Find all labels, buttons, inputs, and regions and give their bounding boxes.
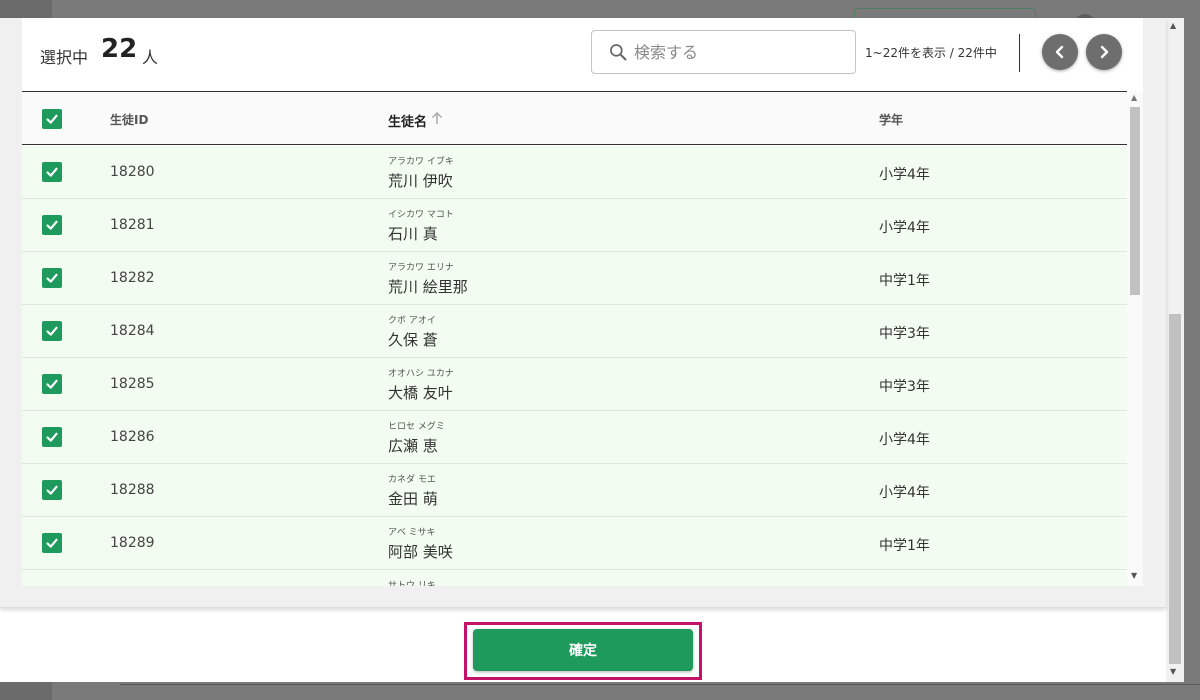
- background-divider: [120, 684, 1200, 685]
- row-checkbox[interactable]: [42, 533, 62, 553]
- dialog-scroll-up-icon[interactable]: ▲: [1170, 22, 1176, 30]
- confirm-button[interactable]: 確定: [473, 629, 693, 671]
- student-name-kana: アラカワ エリナ: [388, 263, 454, 273]
- student-list-panel: 選択中 22 人 1~22件を表示 / 22件中: [0, 18, 1166, 608]
- student-name: 久保 蒼: [388, 331, 438, 349]
- selected-label: 選択中: [40, 48, 89, 67]
- dialog-scrollbar-thumb[interactable]: [1169, 314, 1181, 664]
- column-header-student-id[interactable]: 生徒ID: [110, 111, 148, 128]
- checkmark-icon: [46, 485, 58, 495]
- student-grade: 小学4年: [879, 167, 930, 183]
- column-header-grade[interactable]: 学年: [879, 111, 903, 128]
- checkmark-icon: [46, 167, 58, 177]
- student-id: 18286: [110, 429, 155, 445]
- student-id: 18282: [110, 270, 155, 286]
- table-row[interactable]: 18288 カネダ モエ 金田 萌 小学4年: [22, 464, 1127, 517]
- student-id: 18285: [110, 376, 155, 392]
- row-checkbox[interactable]: [42, 480, 62, 500]
- student-name: 石川 真: [388, 225, 438, 243]
- student-grade: 小学4年: [879, 485, 930, 501]
- list-header: 選択中 22 人 1~22件を表示 / 22件中: [22, 18, 1143, 91]
- student-name-kana: アラカワ イブキ: [388, 157, 454, 167]
- sort-ascending-icon[interactable]: [430, 110, 444, 126]
- student-name: 大橋 友叶: [388, 384, 453, 402]
- student-name: 金田 萌: [388, 490, 438, 508]
- checkmark-icon: [46, 379, 58, 389]
- selected-unit: 人: [142, 48, 159, 67]
- row-checkbox[interactable]: [42, 268, 62, 288]
- student-id: 18284: [110, 323, 155, 339]
- chevron-right-icon: [1100, 45, 1109, 59]
- student-list-content: 選択中 22 人 1~22件を表示 / 22件中: [22, 18, 1143, 586]
- selected-count: 22: [101, 34, 138, 64]
- table-row[interactable]: 18289 アベ ミサキ 阿部 美咲 中学1年: [22, 517, 1127, 570]
- student-grade: 小学4年: [879, 220, 930, 236]
- search-icon: [610, 44, 627, 61]
- student-name-kana: オオハシ ユカナ: [388, 369, 454, 379]
- row-checkbox[interactable]: [42, 374, 62, 394]
- student-name: 阿部 美咲: [388, 543, 453, 561]
- student-name-kana: クボ アオイ: [388, 316, 436, 326]
- table-row[interactable]: サトウ リキ: [22, 570, 1127, 586]
- checkmark-icon: [46, 326, 58, 336]
- student-name: 荒川 絵里那: [388, 278, 468, 296]
- row-checkbox[interactable]: [42, 162, 62, 182]
- chevron-left-icon: [1055, 45, 1064, 59]
- table-row[interactable]: 18282 アラカワ エリナ 荒川 絵里那 中学1年: [22, 252, 1127, 305]
- student-name-kana: カネダ モエ: [388, 475, 436, 485]
- table-scroll-down-icon[interactable]: ▼: [1131, 571, 1137, 580]
- previous-page-button[interactable]: [1042, 34, 1078, 70]
- checkmark-icon: [46, 538, 58, 548]
- student-name: 広瀬 恵: [388, 437, 438, 455]
- student-name-kana: サトウ リキ: [388, 581, 436, 586]
- student-id: 18281: [110, 217, 155, 233]
- checkmark-icon: [46, 273, 58, 283]
- row-checkbox[interactable]: [42, 427, 62, 447]
- column-header-student-name[interactable]: 生徒名: [388, 111, 427, 130]
- search-input[interactable]: [634, 37, 844, 67]
- checkmark-icon: [46, 432, 58, 442]
- table-scroll-up-icon[interactable]: ▲: [1131, 93, 1137, 102]
- table-row[interactable]: 18285 オオハシ ユカナ 大橋 友叶 中学3年: [22, 358, 1127, 411]
- row-checkbox[interactable]: [42, 215, 62, 235]
- student-grade: 中学3年: [879, 379, 930, 395]
- table-scrollbar-thumb[interactable]: [1130, 107, 1140, 295]
- dialog-scroll-down-icon[interactable]: ▼: [1170, 668, 1176, 676]
- search-box[interactable]: [591, 30, 856, 74]
- row-checkbox[interactable]: [42, 321, 62, 341]
- table-row[interactable]: 18280 アラカワ イブキ 荒川 伊吹 小学4年: [22, 146, 1127, 199]
- student-grade: 中学3年: [879, 326, 930, 342]
- checkmark-icon: [46, 220, 58, 230]
- student-name: 荒川 伊吹: [388, 172, 453, 190]
- student-grade: 中学1年: [879, 273, 930, 289]
- checkmark-icon: [46, 114, 58, 124]
- student-name-kana: アベ ミサキ: [388, 528, 436, 538]
- table-row[interactable]: 18286 ヒロセ メグミ 広瀬 恵 小学4年: [22, 411, 1127, 464]
- student-grade: 中学1年: [879, 538, 930, 554]
- student-id: 18288: [110, 482, 155, 498]
- next-page-button[interactable]: [1086, 34, 1122, 70]
- select-all-checkbox[interactable]: [42, 109, 62, 129]
- table-row[interactable]: 18284 クボ アオイ 久保 蒼 中学3年: [22, 305, 1127, 358]
- pagination-range-text: 1~22件を表示 / 22件中: [865, 46, 997, 60]
- table-scrollbar[interactable]: ▲ ▼: [1127, 91, 1143, 586]
- table-row[interactable]: 18281 イシカワ マコト 石川 真 小学4年: [22, 199, 1127, 252]
- table-header-row: 生徒ID 生徒名 学年: [22, 92, 1127, 145]
- student-id: 18280: [110, 164, 155, 180]
- student-grade: 小学4年: [879, 432, 930, 448]
- student-id: 18289: [110, 535, 155, 551]
- student-name-kana: イシカワ マコト: [388, 210, 454, 220]
- student-name-kana: ヒロセ メグミ: [388, 422, 445, 432]
- header-divider: [1019, 34, 1020, 72]
